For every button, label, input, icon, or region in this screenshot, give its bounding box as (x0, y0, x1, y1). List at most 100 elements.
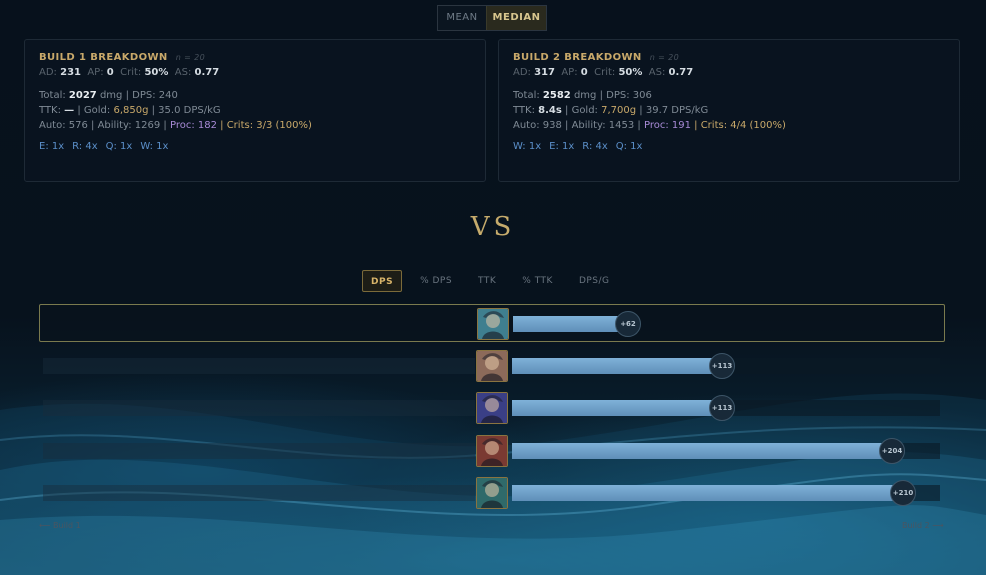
champion-portrait[interactable] (476, 477, 508, 509)
total-value: 2027 (68, 90, 97, 101)
delta-badge: +113 (709, 353, 735, 379)
tab-percent-dps[interactable]: % DPS (412, 270, 460, 292)
delta-bar (512, 400, 722, 416)
median-toggle[interactable]: MEDIAN (486, 6, 546, 30)
skill-cast: W: 1x (513, 141, 542, 152)
dps-per-gold: | 35.0 DPS/kG (151, 105, 221, 116)
skill-cast: W: 1x (140, 141, 169, 152)
skill-cast: R: 4x (72, 141, 98, 152)
total-suffix: dmg | DPS: 306 (573, 90, 652, 101)
total-label: Total: (39, 90, 66, 101)
comparison-row[interactable]: +204 (39, 432, 945, 470)
stats-row: AD: 231 AP: 0 Crit: 50% AS: 0.77 (39, 67, 471, 78)
ttk-row: TTK: 8.4s | Gold: 7,700g | 39.7 DPS/kG (513, 105, 945, 116)
gold-value: 6,850g (113, 105, 149, 116)
ability-damage: | Ability: 1453 | (565, 120, 641, 131)
crit-value: 50% (618, 67, 643, 78)
build-1-axis-label: ⟵ Build 1 (39, 521, 81, 530)
champion-portrait[interactable] (476, 350, 508, 382)
total-value: 2582 (542, 90, 571, 101)
ad-value: 317 (534, 67, 555, 78)
gold-label: | Gold: (565, 105, 598, 116)
ad-value: 231 (60, 67, 81, 78)
build-2-breakdown-panel: BUILD 2 BREAKDOWN n = 20 AD: 317 AP: 0 Cr… (498, 39, 960, 182)
stat-toggle: MEAN MEDIAN (437, 5, 547, 31)
as-value: 0.77 (668, 67, 694, 78)
proc-damage: Proc: 182 (169, 120, 217, 131)
crits-count: | Crits: 3/3 (100%) (220, 120, 312, 131)
champion-portrait[interactable] (476, 435, 508, 467)
tab-dps-per-gold[interactable]: DPS/G (571, 270, 618, 292)
build-2-axis-label: Build 2 ⟶ (902, 521, 944, 530)
dps-per-gold: | 39.7 DPS/kG (639, 105, 709, 116)
panel-title-text: BUILD 1 BREAKDOWN (39, 52, 168, 63)
proc-damage: Proc: 191 (643, 120, 691, 131)
ttk-label: TTK: (39, 105, 61, 116)
ability-damage: | Ability: 1269 | (91, 120, 167, 131)
total-row: Total: 2582 dmg | DPS: 306 (513, 90, 945, 101)
crits-count: | Crits: 4/4 (100%) (694, 120, 786, 131)
delta-bar (512, 485, 903, 501)
ad-label: AD: (513, 67, 531, 78)
gold-label: | Gold: (77, 105, 111, 116)
total-suffix: dmg | DPS: 240 (99, 90, 178, 101)
total-row: Total: 2027 dmg | DPS: 240 (39, 90, 471, 101)
build-1-track (43, 485, 475, 501)
ap-value: 0 (106, 67, 114, 78)
comparison-row[interactable]: +113 (39, 347, 945, 385)
damage-split-row: Auto: 576 | Ability: 1269 | Proc: 182 | … (39, 120, 471, 131)
crit-label: Crit: (594, 67, 616, 78)
ttk-value: — (64, 105, 75, 116)
metric-tabs: DPS % DPS TTK % TTK DPS/G (362, 270, 628, 292)
crit-label: Crit: (120, 67, 142, 78)
delta-badge: +210 (890, 480, 916, 506)
as-label: AS: (174, 67, 192, 78)
damage-split-row: Auto: 938 | Ability: 1453 | Proc: 191 | … (513, 120, 945, 131)
champion-portrait[interactable] (477, 308, 509, 340)
delta-badge: +204 (879, 438, 905, 464)
sample-size: n = 20 (175, 53, 206, 62)
total-label: Total: (513, 90, 540, 101)
tab-ttk[interactable]: TTK (470, 270, 504, 292)
ad-label: AD: (39, 67, 57, 78)
ttk-row: TTK: — | Gold: 6,850g | 35.0 DPS/kG (39, 105, 471, 116)
crit-value: 50% (144, 67, 169, 78)
delta-bar (512, 443, 892, 459)
vs-heading: VS (470, 212, 516, 242)
skill-cast: E: 1x (39, 141, 65, 152)
panel-title: BUILD 2 BREAKDOWN n = 20 (513, 52, 945, 63)
ap-value: 0 (580, 67, 588, 78)
gold-value: 7,700g (601, 105, 637, 116)
skill-cast: Q: 1x (105, 141, 133, 152)
skill-cast: R: 4x (582, 141, 608, 152)
ttk-value: 8.4s (538, 105, 562, 116)
comparison-row[interactable]: +113 (39, 389, 945, 427)
as-label: AS: (648, 67, 666, 78)
tab-percent-ttk[interactable]: % TTK (514, 270, 561, 292)
as-value: 0.77 (194, 67, 220, 78)
auto-damage: Auto: 576 (39, 120, 88, 131)
skill-casts: E: 1x R: 4x Q: 1x W: 1x (39, 141, 471, 152)
skill-cast: E: 1x (549, 141, 575, 152)
delta-badge: +113 (709, 395, 735, 421)
mean-toggle[interactable]: MEAN (438, 6, 486, 30)
tab-dps[interactable]: DPS (362, 270, 403, 292)
skill-cast: Q: 1x (615, 141, 643, 152)
panel-title-text: BUILD 2 BREAKDOWN (513, 52, 642, 63)
auto-damage: Auto: 938 (513, 120, 562, 131)
comparison-row[interactable]: +62 (39, 304, 945, 342)
build-1-track (43, 358, 475, 374)
ap-label: AP: (87, 67, 104, 78)
skill-casts: W: 1x E: 1x R: 4x Q: 1x (513, 141, 945, 152)
build-1-track (43, 443, 475, 459)
delta-bar (513, 316, 628, 332)
sample-size: n = 20 (649, 53, 680, 62)
stats-row: AD: 317 AP: 0 Crit: 50% AS: 0.77 (513, 67, 945, 78)
build-1-track (44, 316, 476, 332)
delta-bar (512, 358, 722, 374)
champion-portrait[interactable] (476, 392, 508, 424)
comparison-row[interactable]: +210 (39, 474, 945, 512)
ttk-label: TTK: (513, 105, 535, 116)
delta-badge: +62 (615, 311, 641, 337)
panel-title: BUILD 1 BREAKDOWN n = 20 (39, 52, 471, 63)
